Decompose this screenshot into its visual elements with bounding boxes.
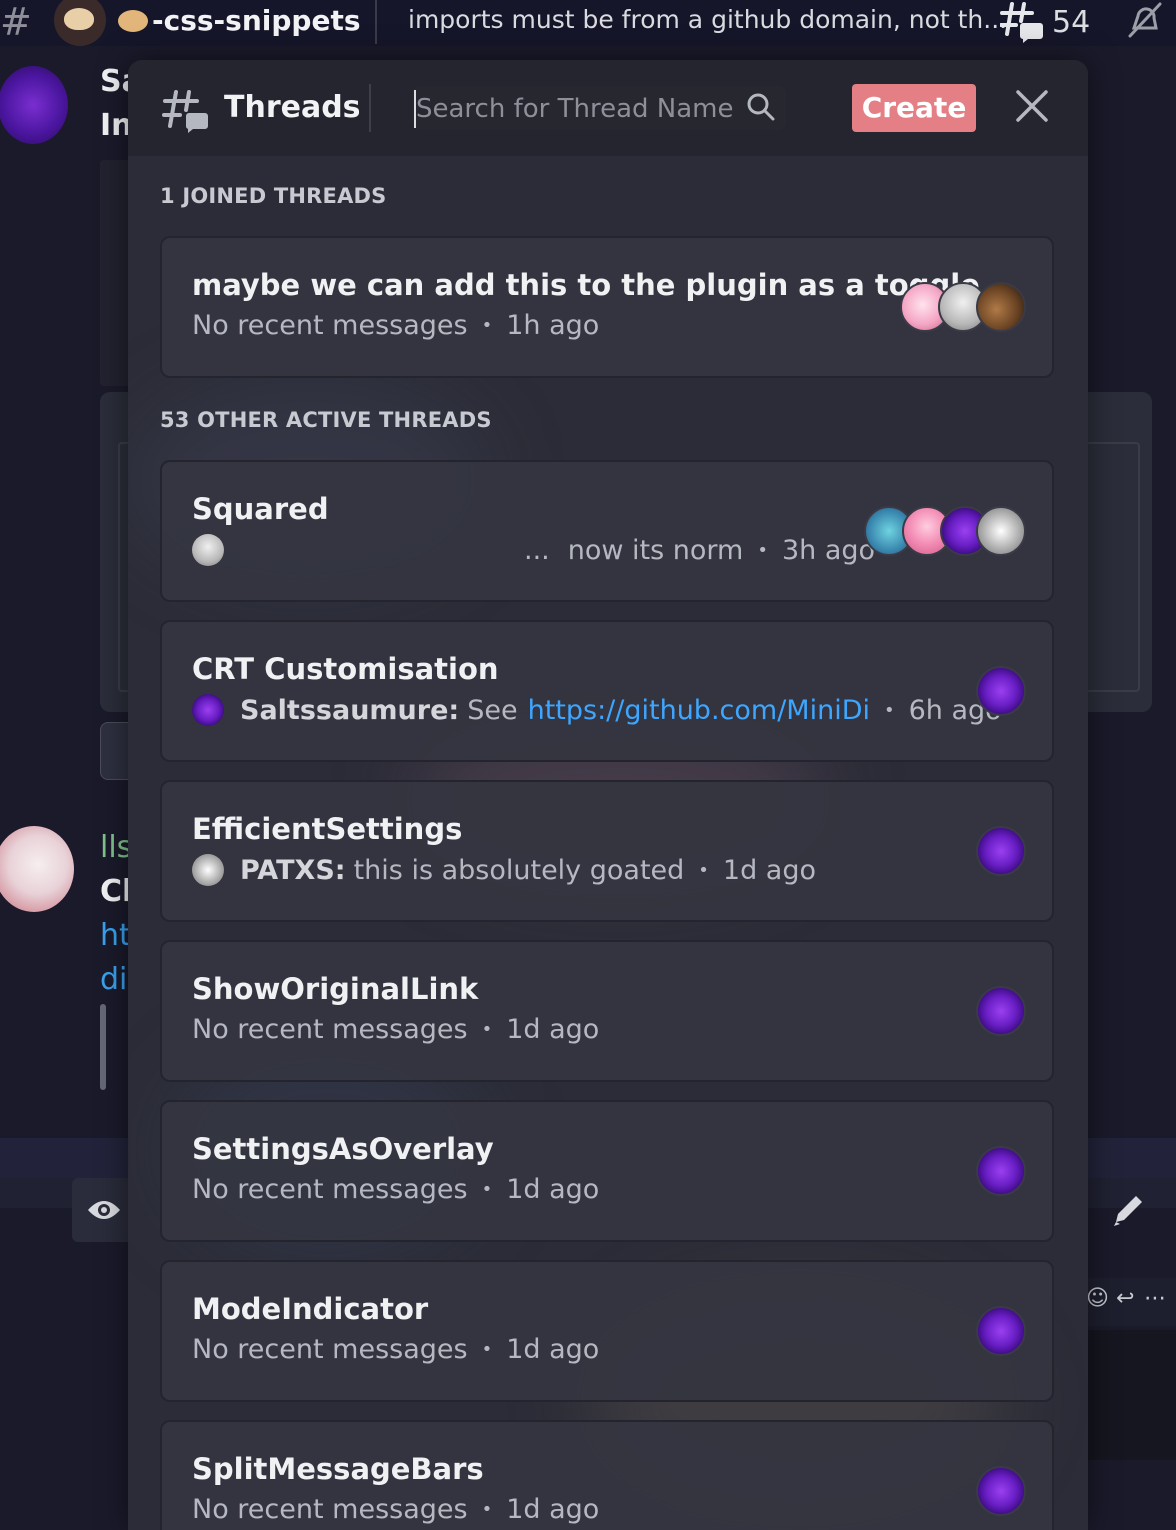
thread-meta: ... now its norm • 3h ago	[192, 534, 875, 566]
thread-preview: No recent messages	[192, 310, 468, 341]
separator-dot: •	[481, 1019, 493, 1040]
threads-button[interactable]: 54	[1000, 0, 1090, 44]
hash-icon: #	[0, 0, 32, 44]
thread-meta: No recent messages • 1d ago	[192, 1494, 599, 1525]
search-icon[interactable]	[746, 92, 776, 122]
chat-area	[1088, 1330, 1176, 1460]
thread-time: 1d ago	[506, 1334, 600, 1365]
thread-title: Squared	[192, 492, 329, 526]
thread-title: maybe we can add this to the plugin as a…	[192, 268, 980, 302]
thread-preview: See	[467, 694, 518, 726]
notification-muted-icon[interactable]	[1124, 0, 1164, 40]
thread-preview: No recent messages	[192, 1494, 468, 1525]
divider	[375, 0, 377, 44]
thread-meta: Saltssaumure: See https://github.com/Min…	[192, 694, 1002, 726]
close-icon[interactable]	[1012, 86, 1052, 126]
thread-time: 1d ago	[506, 1174, 600, 1205]
pencil-icon[interactable]	[1110, 1190, 1146, 1230]
thread-meta: No recent messages • 1d ago	[192, 1334, 599, 1365]
thread-card[interactable]: CRT Customisation Saltssaumure: See http…	[160, 620, 1054, 762]
thread-title: ShowOriginalLink	[192, 972, 479, 1006]
message-link[interactable]: ht	[100, 918, 131, 953]
search-input[interactable]	[414, 88, 748, 130]
thread-card[interactable]: SettingsAsOverlay No recent messages • 1…	[160, 1100, 1054, 1242]
separator-dot: •	[481, 1499, 493, 1520]
channel-topic[interactable]: imports must be from a github domain, no…	[408, 5, 1007, 34]
divider	[369, 84, 371, 132]
thread-preview: No recent messages	[192, 1334, 468, 1365]
participant-avatar	[976, 1306, 1026, 1356]
eye-icon[interactable]	[86, 1196, 122, 1224]
separator-dot: •	[698, 859, 709, 881]
participant-avatar	[976, 1146, 1026, 1196]
server-avatar[interactable]	[54, 0, 106, 46]
joined-threads-header: 1 JOINED THREADS	[160, 184, 387, 208]
thread-card[interactable]: ShowOriginalLink No recent messages • 1d…	[160, 940, 1054, 1082]
thread-time: 3h ago	[781, 534, 876, 566]
channel-header: # -css-snippets imports must be from a g…	[0, 0, 1176, 46]
quote-bar	[100, 1004, 106, 1090]
channel-name: -css-snippets	[118, 4, 361, 37]
add-reaction-icon[interactable]: ☺	[1086, 1286, 1109, 1311]
thread-preview: now its norm	[567, 534, 744, 566]
thread-meta: No recent messages • 1d ago	[192, 1014, 599, 1045]
participant-avatar	[976, 826, 1026, 876]
author-avatar	[192, 854, 224, 886]
popout-title: Threads	[224, 90, 361, 125]
thread-title: ModeIndicator	[192, 1292, 429, 1326]
preview-link[interactable]: https://github.com/MiniDi	[528, 695, 870, 726]
truncation-ellipsis: ...	[524, 534, 550, 566]
threads-icon	[162, 90, 208, 133]
author-avatar	[192, 534, 224, 566]
author-avatar	[192, 694, 224, 726]
palette-emoji-icon	[118, 10, 148, 32]
thread-title: CRT Customisation	[192, 652, 499, 686]
participant-avatar	[976, 282, 1026, 332]
thread-time: 1d ago	[506, 1014, 600, 1045]
thread-title: SettingsAsOverlay	[192, 1132, 494, 1166]
thread-time: 1d ago	[722, 854, 817, 886]
message-author: Saltssaumure:	[240, 694, 460, 726]
threads-icon	[1000, 2, 1043, 43]
user-avatar[interactable]	[0, 826, 74, 912]
thread-card[interactable]: EfficientSettings PATXS: this is absolut…	[160, 780, 1054, 922]
thread-preview: this is absolutely goated	[353, 854, 685, 886]
separator-dot: •	[481, 1179, 493, 1200]
participant-avatar	[976, 986, 1026, 1036]
thread-title: EfficientSettings	[192, 812, 463, 846]
thread-time: 1h ago	[506, 310, 600, 341]
threads-count: 54	[1052, 4, 1091, 40]
thread-card[interactable]: Squared ... now its norm • 3h ago	[160, 460, 1054, 602]
message-author: PATXS:	[240, 854, 346, 886]
thread-meta: PATXS: this is absolutely goated • 1d ag…	[192, 854, 816, 886]
thread-time: 1d ago	[506, 1494, 600, 1525]
thread-card[interactable]: maybe we can add this to the plugin as a…	[160, 236, 1054, 378]
message-link[interactable]: di	[100, 962, 127, 997]
other-threads-header: 53 OTHER ACTIVE THREADS	[160, 408, 492, 432]
thread-preview: No recent messages	[192, 1174, 468, 1205]
participant-avatar	[976, 666, 1026, 716]
threads-popout: Threads Create 1 JOINED THREADS maybe we…	[128, 60, 1088, 1530]
separator-dot: •	[884, 699, 895, 721]
thread-meta: No recent messages • 1h ago	[192, 310, 599, 341]
separator-dot: •	[481, 315, 493, 336]
thread-meta: No recent messages • 1d ago	[192, 1174, 599, 1205]
user-avatar[interactable]	[0, 66, 68, 144]
message-actions: ☺ ↩ ⋯	[1078, 1278, 1176, 1326]
participant-avatar	[976, 1466, 1026, 1516]
reply-icon[interactable]: ↩	[1116, 1286, 1134, 1311]
channel-name-text: -css-snippets	[152, 4, 361, 37]
more-icon[interactable]: ⋯	[1144, 1286, 1166, 1311]
separator-dot: •	[481, 1339, 493, 1360]
create-thread-button[interactable]: Create	[852, 84, 976, 132]
popout-header: Threads Create	[128, 60, 1088, 156]
thread-preview: No recent messages	[192, 1014, 468, 1045]
separator-dot: •	[757, 539, 768, 561]
thread-title: SplitMessageBars	[192, 1452, 484, 1486]
participant-avatar	[976, 506, 1026, 556]
thread-card[interactable]: ModeIndicator No recent messages • 1d ag…	[160, 1260, 1054, 1402]
